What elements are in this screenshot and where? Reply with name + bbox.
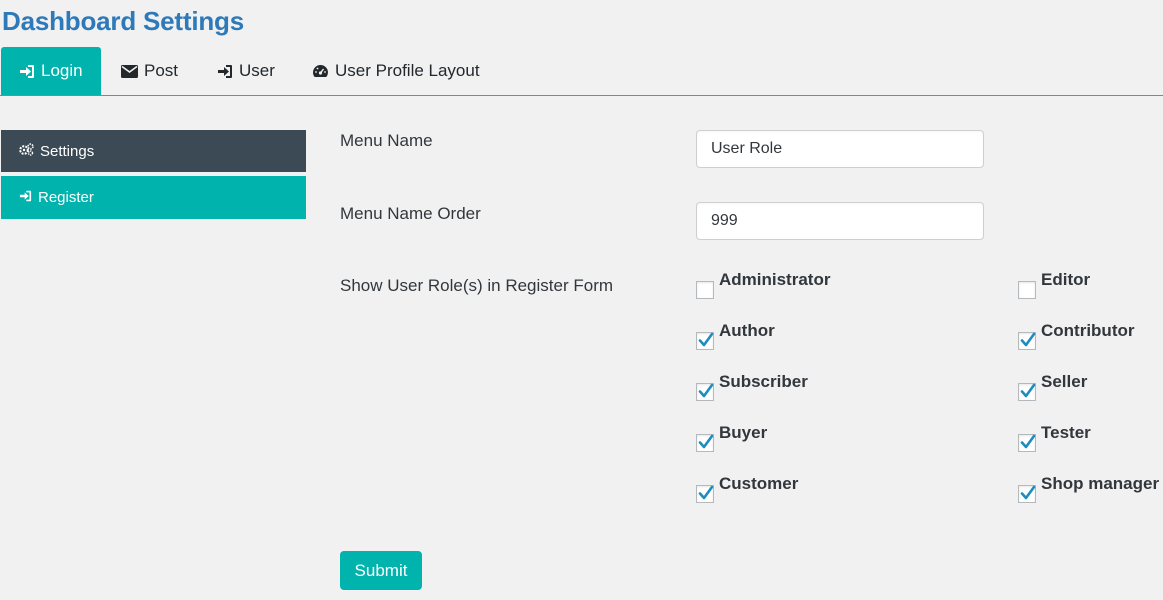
submit-button[interactable]: Submit: [340, 551, 422, 590]
page-title: Dashboard Settings: [2, 6, 244, 36]
role-checkbox[interactable]: [1018, 434, 1036, 452]
role-checkbox[interactable]: [1018, 281, 1036, 299]
menu-name-order-label: Menu Name Order: [340, 204, 481, 223]
tab-label: Post: [144, 61, 179, 80]
tab-user-profile-layout[interactable]: User Profile Layout: [312, 47, 480, 95]
role-label: Administrator: [719, 270, 831, 289]
tab-post[interactable]: Post: [121, 47, 178, 95]
tab-label: User Profile Layout: [335, 61, 480, 80]
menu-name-label: Menu Name: [340, 131, 433, 150]
role-checkbox[interactable]: [696, 332, 714, 350]
role-label: Contributor: [1041, 321, 1135, 340]
role-label: Author: [719, 321, 775, 340]
role-option[interactable]: Contributor: [1018, 321, 1134, 350]
tab-user[interactable]: User: [217, 47, 275, 95]
role-label: Buyer: [719, 423, 768, 442]
menu-name-order-input[interactable]: [696, 202, 984, 240]
role-option[interactable]: Editor: [1018, 270, 1090, 299]
tab-bar: Login Post User User Profile Layout: [0, 47, 1163, 96]
role-label: Seller: [1041, 372, 1088, 391]
user-roles-label: Show User Role(s) in Register Form: [340, 276, 614, 295]
sign-in-icon: [217, 64, 233, 79]
role-label: Tester: [1041, 423, 1091, 442]
role-checkbox[interactable]: [696, 434, 714, 452]
tab-login[interactable]: Login: [1, 47, 101, 95]
role-option[interactable]: Tester: [1018, 423, 1091, 452]
role-option[interactable]: Buyer: [696, 423, 767, 452]
role-label: Subscriber: [719, 372, 808, 391]
sign-in-icon: [19, 189, 32, 206]
role-checkbox[interactable]: [1018, 332, 1036, 350]
role-checkbox[interactable]: [696, 485, 714, 503]
menu-name-input[interactable]: [696, 130, 984, 168]
envelope-icon: [121, 64, 138, 78]
role-label: Editor: [1041, 270, 1091, 289]
role-option[interactable]: Seller: [1018, 372, 1087, 401]
role-checkbox[interactable]: [696, 383, 714, 401]
gears-icon: [19, 142, 34, 160]
role-label: Shop manager: [1041, 474, 1160, 493]
role-option[interactable]: Customer: [696, 474, 798, 503]
sign-in-icon: [19, 64, 35, 79]
role-option[interactable]: Shop manager: [1018, 474, 1159, 503]
role-option[interactable]: Author: [696, 321, 775, 350]
sidebar-item-label: Register: [38, 189, 94, 206]
role-label: Customer: [719, 474, 799, 493]
sidebar-item-label: Settings: [40, 142, 95, 160]
role-checkbox[interactable]: [696, 281, 714, 299]
dashboard-icon: [312, 64, 329, 78]
sidebar-item-settings[interactable]: Settings: [1, 130, 306, 172]
sidebar-item-register[interactable]: Register: [1, 176, 306, 219]
tab-label: Login: [41, 61, 83, 80]
role-option[interactable]: Subscriber: [696, 372, 808, 401]
role-checkbox[interactable]: [1018, 383, 1036, 401]
role-checkbox[interactable]: [1018, 485, 1036, 503]
tab-label: User: [239, 61, 275, 80]
role-option[interactable]: Administrator: [696, 270, 830, 299]
